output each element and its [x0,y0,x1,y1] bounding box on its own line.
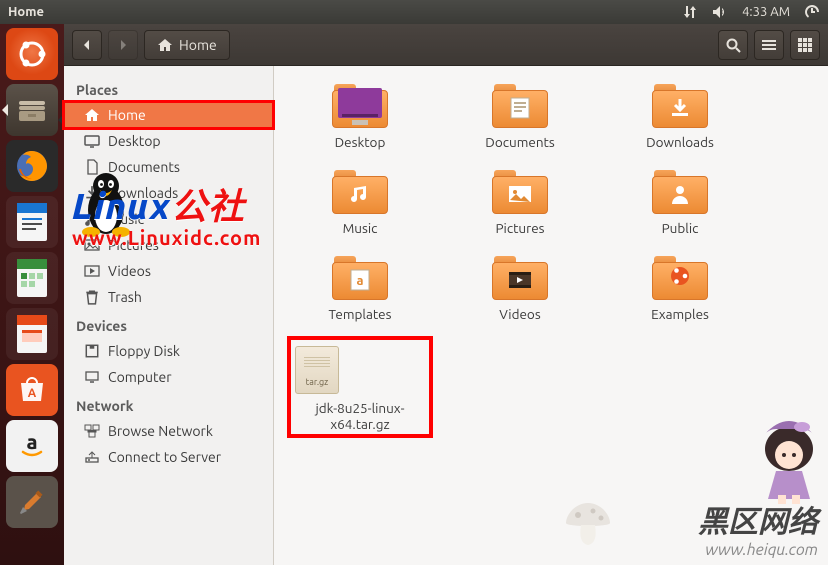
folder-videos[interactable]: Videos [440,256,600,322]
network-indicator[interactable] [682,5,698,19]
launcher-firefox[interactable] [6,140,58,192]
search-button[interactable] [718,30,748,60]
sidebar-item-pictures[interactable]: Pictures [64,232,273,258]
folder-view[interactable]: Desktop Documents Downloads Music Pictur… [274,66,828,565]
folder-public[interactable]: Public [600,170,760,236]
sidebar-item-connect-server[interactable]: Connect to Server [64,444,273,470]
path-label: Home [179,37,217,53]
launcher-settings[interactable] [6,476,58,528]
places-sidebar: Places Home Desktop Documents Downloads … [64,66,274,565]
sidebar-item-computer[interactable]: Computer [64,364,273,390]
sidebar-item-downloads[interactable]: Downloads [64,180,273,206]
launcher-dash[interactable] [6,28,58,80]
sidebar-item-trash[interactable]: Trash [64,284,273,310]
sidebar-item-documents[interactable]: Documents [64,154,273,180]
sound-indicator[interactable] [712,5,728,19]
sidebar-item-floppy[interactable]: Floppy Disk [64,338,273,364]
sidebar-item-videos[interactable]: Videos [64,258,273,284]
path-bar[interactable]: Home [144,30,230,60]
file-manager-toolbar: Home [64,24,828,66]
panel-title: Home [8,5,44,19]
file-manager-main: Places Home Desktop Documents Downloads … [64,66,828,565]
sidebar-section-places: Places [64,74,273,102]
session-indicator[interactable] [804,4,820,20]
back-button[interactable] [72,30,102,60]
sidebar-item-browse-network[interactable]: Browse Network [64,418,273,444]
launcher-amazon[interactable]: a [6,420,58,472]
folder-documents[interactable]: Documents [440,84,600,150]
folder-music[interactable]: Music [280,170,440,236]
launcher-files[interactable] [6,84,58,136]
archive-icon: tar.gz [295,346,339,394]
clock[interactable]: 4:33 AM [742,5,790,19]
folder-desktop[interactable]: Desktop [280,84,440,150]
view-grid-button[interactable] [790,30,820,60]
folder-templates[interactable]: aTemplates [280,256,440,322]
sidebar-section-devices: Devices [64,310,273,338]
launcher-writer[interactable] [6,196,58,248]
svg-text:A: A [28,387,37,400]
folder-examples[interactable]: Examples [600,256,760,322]
sidebar-item-music[interactable]: Music [64,206,273,232]
top-panel: Home 4:33 AM [0,0,828,24]
launcher-software-center[interactable]: A [6,364,58,416]
folder-pictures[interactable]: Pictures [440,170,600,236]
file-jdk-archive[interactable]: tar.gz jdk-8u25-linux-x64.tar.gz [280,342,440,438]
view-list-button[interactable] [754,30,784,60]
sidebar-item-home[interactable]: Home [64,102,273,128]
unity-launcher: A a [0,24,64,565]
sidebar-item-desktop[interactable]: Desktop [64,128,273,154]
sidebar-section-network: Network [64,390,273,418]
svg-text:a: a [26,430,37,453]
launcher-calc[interactable] [6,252,58,304]
svg-text:a: a [356,274,363,288]
launcher-impress[interactable] [6,308,58,360]
folder-downloads[interactable]: Downloads [600,84,760,150]
forward-button[interactable] [108,30,138,60]
